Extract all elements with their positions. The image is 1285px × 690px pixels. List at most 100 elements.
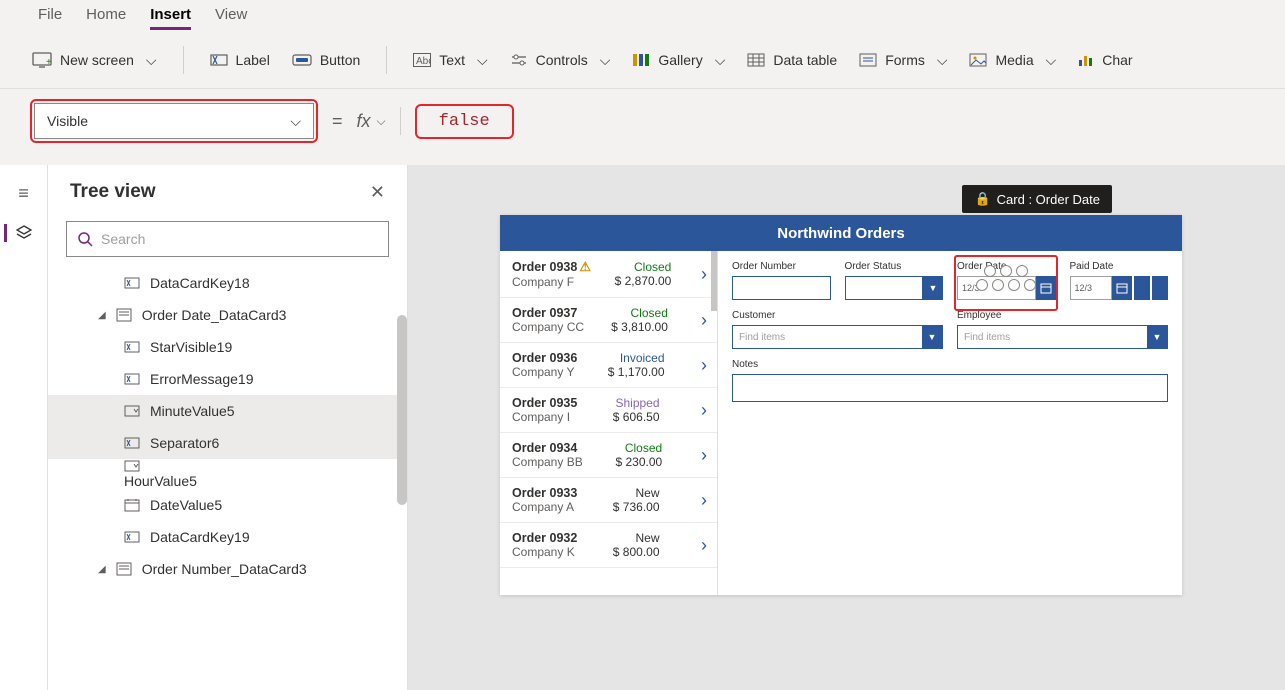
app-title: Northwind Orders	[777, 225, 905, 242]
order-amount: $ 2,870.00	[615, 274, 672, 288]
order-status: New	[636, 486, 660, 500]
field-employee: Employee Find items ▼	[957, 310, 1168, 349]
field-customer: Customer Find items ▼	[732, 310, 943, 349]
tree-item[interactable]: HourValue5	[48, 459, 407, 489]
employee-combobox[interactable]: Find items ▼	[957, 325, 1168, 349]
menu-view[interactable]: View	[215, 6, 247, 30]
order-row[interactable]: Order 0933Company ANew$ 736.00›	[500, 478, 717, 523]
order-row[interactable]: Order 0938⚠Company FClosed$ 2,870.00›	[500, 251, 717, 298]
order-row[interactable]: Order 0932Company KNew$ 800.00›	[500, 523, 717, 568]
canvas[interactable]: 🔒 Card : Order Date Northwind Orders Ord…	[408, 165, 1285, 690]
charts-button[interactable]: Char	[1078, 52, 1132, 68]
chevron-down-icon: ⌵	[715, 52, 726, 69]
tree-item-label: HourValue5	[124, 473, 197, 489]
tree-item[interactable]: DateValue5	[48, 489, 407, 521]
fx-button[interactable]: fx ⌵	[357, 111, 386, 132]
spinner-button[interactable]	[1152, 276, 1168, 300]
formula-bar: Visible ⌵ = fx ⌵ false	[0, 89, 1285, 165]
dropdown-button[interactable]: ▼	[923, 276, 943, 300]
card-icon	[116, 562, 132, 576]
chevron-down-icon: ⌵	[146, 52, 157, 69]
order-gallery[interactable]: Order 0938⚠Company FClosed$ 2,870.00›Ord…	[500, 251, 718, 595]
expand-icon[interactable]: ◢	[98, 310, 106, 321]
tree-item-label: ErrorMessage19	[150, 371, 254, 387]
chevron-right-icon: ›	[701, 264, 707, 285]
spinner-button[interactable]	[1134, 276, 1150, 300]
controls-button[interactable]: Controls ⌵	[510, 52, 611, 69]
formula-input[interactable]: false	[427, 112, 502, 131]
control-icon	[124, 372, 140, 386]
company-name: Company Y	[512, 365, 577, 379]
chevron-right-icon: ›	[701, 310, 707, 331]
paid-date-input[interactable]: 12/3	[1070, 276, 1113, 300]
controls-label: Controls	[536, 52, 588, 68]
field-paid-date: Paid Date 12/3	[1070, 261, 1169, 300]
forms-button[interactable]: Forms ⌵	[859, 52, 947, 69]
separator	[183, 46, 184, 74]
tree-item[interactable]: StarVisible19	[48, 331, 407, 363]
scrollbar-thumb[interactable]	[397, 315, 407, 505]
tree-view-panel: Tree view ✕ Search DataCardKey18 ◢ Order…	[48, 165, 408, 690]
tree-item-label: Order Number_DataCard3	[142, 561, 307, 577]
customer-combobox[interactable]: Find items ▼	[732, 325, 943, 349]
label-button[interactable]: Label	[210, 52, 270, 68]
calendar-button[interactable]	[1112, 276, 1132, 300]
chevron-down-icon: ⌵	[477, 52, 488, 69]
text-button[interactable]: Abc Text ⌵	[413, 52, 487, 69]
button-button[interactable]: Button	[292, 52, 360, 68]
tree-view-rail-button[interactable]	[4, 224, 33, 242]
fx-icon: fx	[357, 111, 371, 132]
order-number-input[interactable]	[732, 276, 831, 300]
text-icon: Abc	[413, 53, 431, 67]
order-row[interactable]: Order 0937Company CCClosed$ 3,810.00›	[500, 298, 717, 343]
gallery-button[interactable]: Gallery ⌵	[632, 52, 725, 69]
menu-home[interactable]: Home	[86, 6, 126, 30]
hamburger-icon[interactable]: ≡	[18, 183, 29, 204]
tree-item[interactable]: DataCardKey18	[48, 267, 407, 299]
order-row[interactable]: Order 0935Company IShipped$ 606.50›	[500, 388, 717, 433]
table-icon	[747, 53, 765, 67]
order-row[interactable]: Order 0934Company BBClosed$ 230.00›	[500, 433, 717, 478]
scrollbar-thumb[interactable]	[711, 251, 717, 311]
dropdown-button[interactable]: ▼	[1147, 326, 1167, 348]
tree-item[interactable]: DataCardKey19	[48, 521, 407, 553]
svg-text:Abc: Abc	[416, 56, 431, 67]
notes-input[interactable]	[732, 374, 1168, 402]
calendar-button[interactable]	[1036, 276, 1056, 300]
control-icon	[124, 436, 140, 450]
left-rail: ≡	[0, 165, 48, 690]
new-screen-label: New screen	[60, 52, 134, 68]
tree-item[interactable]: ◢ Order Date_DataCard3	[48, 299, 407, 331]
order-number: Order 0935	[512, 396, 577, 410]
label-icon	[210, 52, 228, 68]
property-dropdown[interactable]: Visible ⌵	[34, 103, 314, 139]
tree-item[interactable]: MinuteValue5	[48, 395, 407, 427]
forms-icon	[859, 53, 877, 67]
card-icon	[116, 308, 132, 322]
order-date-input[interactable]: 12/3	[957, 276, 1036, 300]
order-row[interactable]: Order 0936Company YInvoiced$ 1,170.00›	[500, 343, 717, 388]
media-button[interactable]: Media ⌵	[969, 52, 1056, 69]
expand-icon[interactable]: ◢	[98, 564, 106, 575]
control-icon	[124, 340, 140, 354]
order-number: Order 0934	[512, 441, 583, 455]
dropdown-button[interactable]: ▼	[922, 326, 942, 348]
tree-item-label: DataCardKey18	[150, 275, 250, 291]
search-placeholder: Search	[101, 231, 145, 247]
close-icon[interactable]: ✕	[370, 182, 385, 203]
tree-item-label: Order Date_DataCard3	[142, 307, 287, 323]
menu-file[interactable]: File	[38, 6, 62, 30]
search-input[interactable]: Search	[66, 221, 389, 257]
tree-item[interactable]: ErrorMessage19	[48, 363, 407, 395]
tree-item[interactable]: Separator6	[48, 427, 407, 459]
tree-item[interactable]: ◢ Order Number_DataCard3	[48, 553, 407, 585]
command-bar: + New screen ⌵ Label Button Abc Text ⌵ C…	[0, 40, 1285, 89]
app-title-bar: Northwind Orders	[500, 215, 1182, 251]
order-status-input[interactable]	[845, 276, 924, 300]
menu-bar: File Home Insert View	[0, 0, 1285, 40]
new-screen-button[interactable]: + New screen ⌵	[32, 52, 157, 69]
warning-icon: ⚠	[579, 259, 591, 275]
menu-insert[interactable]: Insert	[150, 6, 191, 30]
button-label: Button	[320, 52, 360, 68]
data-table-button[interactable]: Data table	[747, 52, 837, 68]
